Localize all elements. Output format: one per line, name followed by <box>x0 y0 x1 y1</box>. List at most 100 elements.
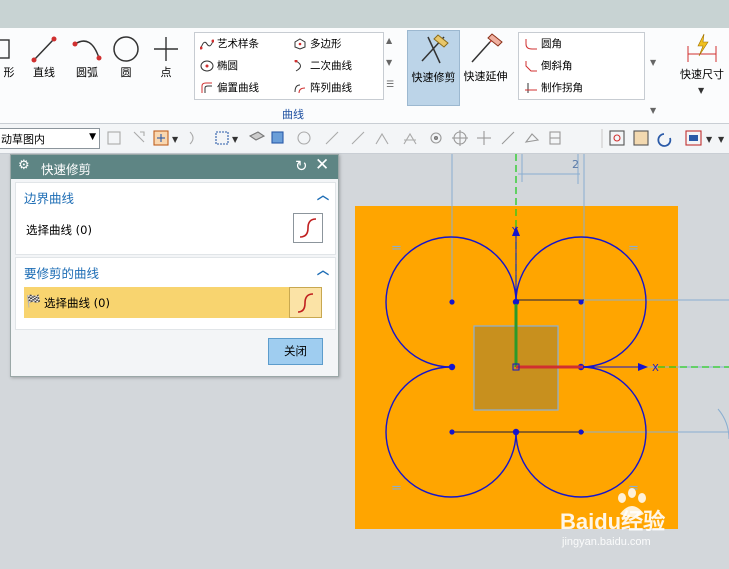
point-icon <box>154 37 178 61</box>
gallery-scroll-up-icon[interactable]: ▲ <box>386 36 392 45</box>
quick-dimension-button[interactable]: 快速尺寸 <box>672 32 729 82</box>
chamfer-icon <box>525 61 537 72</box>
pattern-icon[interactable] <box>297 131 311 145</box>
gallery-ellipse[interactable]: 椭圆 <box>200 58 238 73</box>
watermark-brand: Baidu经验 <box>560 509 666 534</box>
trim-select-label: 选择曲线 (0) <box>44 296 110 310</box>
sketch-canvas[interactable]: 2 == == Y <box>338 154 729 569</box>
snap-icon[interactable] <box>107 131 121 145</box>
graphics-viewport[interactable]: 2 == == Y <box>338 154 729 569</box>
gallery-label: 偏置曲线 <box>217 82 259 94</box>
rectangle-icon <box>0 39 10 59</box>
gallery-make-corner[interactable]: 制作拐角 <box>524 80 583 95</box>
box-select-icon[interactable] <box>215 131 229 145</box>
quick-trim-button[interactable]: 快速修剪 <box>407 30 460 106</box>
close-button[interactable]: 关闭 <box>268 338 323 365</box>
svg-text:▼: ▼ <box>706 135 713 144</box>
rectangle-button[interactable]: 形 <box>0 34 18 80</box>
line-label: 直线 <box>33 66 55 79</box>
watermark-url: jingyan.baidu.com <box>562 536 651 548</box>
grid-icon[interactable] <box>549 131 561 145</box>
dimension-label[interactable]: 2 <box>572 158 579 171</box>
select-curve-button[interactable] <box>293 213 323 243</box>
boundary-select-label[interactable]: 选择曲线 (0) <box>26 222 92 238</box>
svg-text:▼: ▼ <box>718 135 725 144</box>
refresh-icon[interactable] <box>657 133 672 147</box>
reset-icon[interactable]: ↻ <box>295 157 308 175</box>
gallery-conic[interactable]: 二次曲线 <box>293 58 352 73</box>
gallery-label: 制作拐角 <box>541 82 583 94</box>
boundary-curve-section: 边界曲线 ︿ 选择曲线 (0) <box>15 182 336 255</box>
corner-gallery-down-icon[interactable]: ▼ <box>650 58 656 67</box>
sketch-view-icon[interactable] <box>633 130 649 146</box>
fillet-icon <box>525 39 537 50</box>
line-button[interactable]: 直线 <box>28 34 60 80</box>
filter-icon[interactable] <box>133 131 145 143</box>
circle-button[interactable]: 圆 <box>110 34 142 80</box>
dialog-title: 快速修剪 <box>41 162 92 177</box>
gallery-scroll-down-icon[interactable]: ▼ <box>386 58 392 67</box>
quadrant-icon[interactable] <box>524 133 540 143</box>
gear-icon[interactable]: ⚙ <box>18 158 30 173</box>
gallery-studio-spline[interactable]: 艺术样条 <box>199 36 259 51</box>
arc-label: 圆弧 <box>76 66 98 79</box>
title-bar <box>0 0 729 28</box>
center-snap-icon[interactable] <box>452 130 468 146</box>
curve-group-title: 曲线 <box>282 108 304 121</box>
view-icon[interactable] <box>609 130 625 146</box>
offset-curve-icon <box>201 82 212 93</box>
rectangle-label: 形 <box>3 66 15 79</box>
close-icon[interactable]: ✕ <box>315 155 329 175</box>
quick-extend-icon <box>470 33 503 63</box>
ribbon-more-icon[interactable]: ▼ <box>650 106 656 115</box>
selection-toolbar: 动草图内 ▼ ▼ ▼ ▼ ▼ <box>0 124 729 154</box>
checkered-flag-icon: 🏁 <box>26 294 41 308</box>
point-button[interactable]: 点 <box>150 34 182 80</box>
trim-curve-section: 要修剪的曲线 ︿ 🏁 选择曲线 (0) <box>15 257 336 330</box>
trim-section-title[interactable]: 要修剪的曲线 <box>24 263 99 282</box>
quick-trim-label: 快速修剪 <box>411 71 456 84</box>
arc-button[interactable]: 圆弧 <box>70 34 104 80</box>
quick-dimension-icon <box>687 33 717 62</box>
quick-extend-button[interactable]: 快速延伸 <box>461 30 510 84</box>
quick-extend-label: 快速延伸 <box>463 70 508 83</box>
circle-icon <box>113 36 139 62</box>
curve-select-icon <box>299 218 317 238</box>
gallery-label: 阵列曲线 <box>310 82 352 94</box>
gallery-pattern-curve[interactable]: 阵列曲线 <box>293 80 352 95</box>
svg-text:▼: ▼ <box>172 135 179 144</box>
solid-icon[interactable] <box>248 131 266 141</box>
body-icon[interactable] <box>271 131 284 144</box>
gallery-label: 二次曲线 <box>310 60 352 72</box>
conic-icon <box>294 59 301 72</box>
arc-icon <box>72 40 102 61</box>
boundary-section-title[interactable]: 边界曲线 <box>24 188 74 207</box>
gallery-polygon[interactable]: 多边形 <box>293 36 342 51</box>
gallery-label: 圆角 <box>541 38 562 50</box>
select-trim-curve-button[interactable] <box>289 287 322 318</box>
corner-gallery: 圆角 倒斜角 制作拐角 <box>518 32 645 100</box>
gallery-offset-curve[interactable]: 偏置曲线 <box>200 80 259 95</box>
point-snap-icon[interactable] <box>430 132 442 144</box>
collapse-boundary-icon[interactable]: ︿ <box>317 186 329 203</box>
svg-text:=: = <box>391 241 402 256</box>
toolbar-icons: ▼ ▼ ▼ ▼ <box>107 129 725 148</box>
quick-dimension-label: 快速尺寸 <box>680 68 724 81</box>
active-selection-row[interactable]: 🏁 选择曲线 (0) <box>24 287 322 318</box>
gallery-expand-icon[interactable]: ☰ <box>386 80 394 90</box>
filter-select[interactable]: 动草图内 ▼ <box>0 128 100 149</box>
polygon-icon <box>294 38 306 50</box>
quick-dimension-dropdown-icon[interactable]: ▼ <box>698 86 704 95</box>
point-label: 点 <box>160 66 172 79</box>
circle-label: 圆 <box>120 66 132 79</box>
gallery-chamfer[interactable]: 倒斜角 <box>524 58 573 73</box>
pick-icon[interactable] <box>189 131 194 145</box>
svg-text:=: = <box>391 481 402 496</box>
selection-mode-icon[interactable] <box>153 130 169 146</box>
pattern-curve-icon <box>294 84 306 94</box>
layout-icon[interactable] <box>685 130 702 146</box>
x-axis-label: X <box>652 363 659 374</box>
collapse-trim-icon[interactable]: ︿ <box>317 261 329 278</box>
gallery-fillet[interactable]: 圆角 <box>524 36 562 51</box>
dialog-header: ⚙ 快速修剪 ↻ ✕ <box>11 155 338 179</box>
